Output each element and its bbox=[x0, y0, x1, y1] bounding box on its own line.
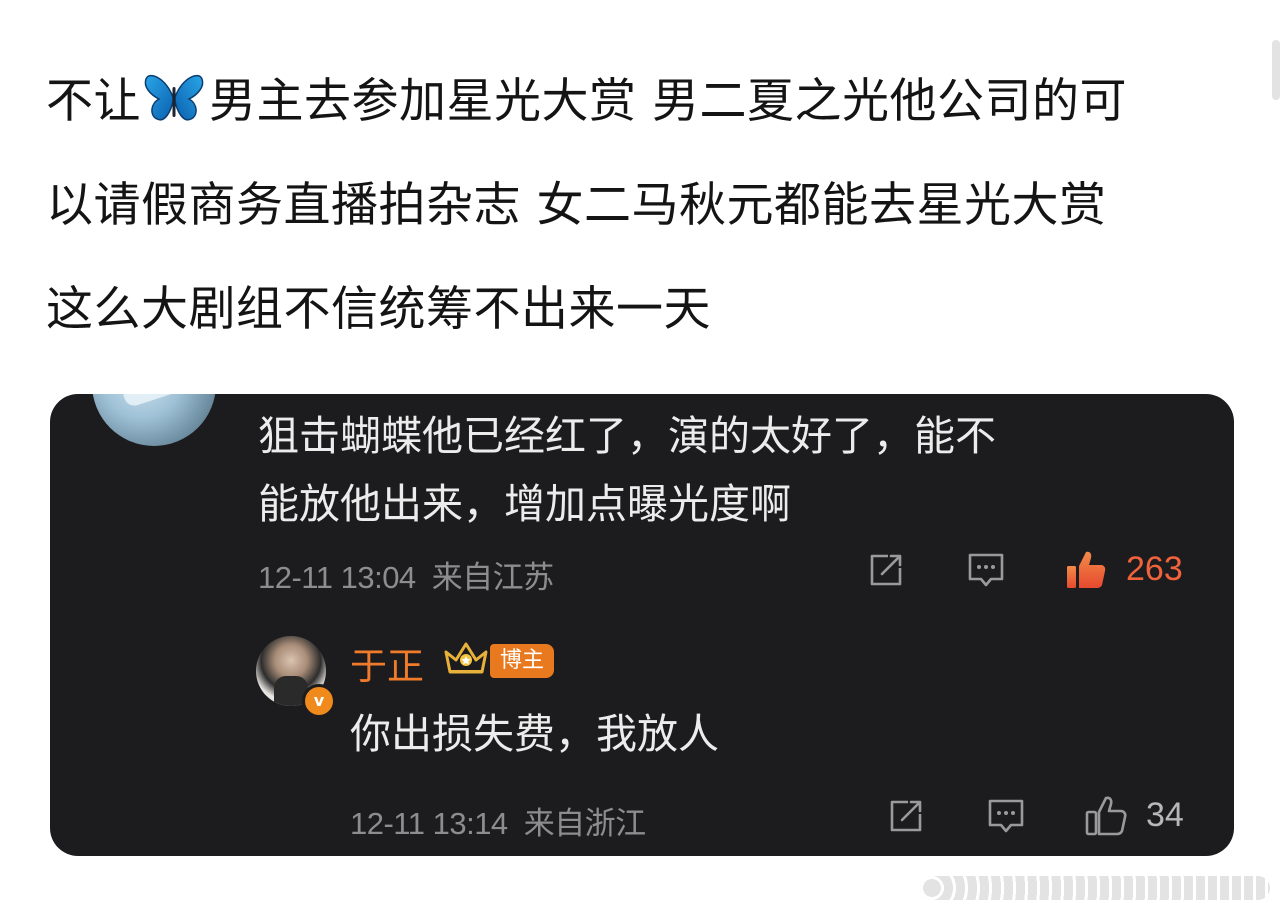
post-line-1-start: 不让 bbox=[46, 74, 141, 129]
reply-like-count: 34 bbox=[1146, 796, 1184, 834]
reply-meta: 12-11 13:14 来自浙江 bbox=[350, 798, 646, 843]
reply-comment-icon[interactable] bbox=[986, 796, 1026, 836]
comment-text-line-1: 狙击蝴蝶他已经红了，演的太好了，能不 bbox=[258, 412, 996, 460]
commenter-avatar[interactable] bbox=[92, 394, 216, 446]
comment-location: 来自江苏 bbox=[431, 560, 555, 595]
watermark-strip bbox=[920, 876, 1270, 900]
post-line-3: 这么大剧组不信统筹不出来一天 bbox=[46, 282, 711, 337]
reply-share-icon[interactable] bbox=[886, 796, 926, 836]
comment-icon[interactable] bbox=[966, 550, 1006, 590]
comment-text-line-2: 能放他出来，增加点曝光度啊 bbox=[258, 480, 791, 528]
reply-time: 12-11 13:14 bbox=[350, 806, 508, 841]
verified-badge-icon: v bbox=[302, 684, 336, 718]
blogger-badge: 博主 bbox=[490, 644, 555, 678]
reply-author-name[interactable]: 于正 bbox=[350, 636, 424, 690]
comment-card: 狙击蝴蝶他已经红了，演的太好了，能不 能放他出来，增加点曝光度啊 12-11 1… bbox=[50, 394, 1234, 856]
reply-text: 你出损失费，我放人 bbox=[350, 710, 719, 758]
post-text: 不让 男主去参加星光大赏 男二夏之光他公司的可 以请假商务直播拍杂志 女二马秋元… bbox=[46, 50, 1246, 362]
post-line-2: 以请假商务直播拍杂志 女二马秋元都能去星光大赏 bbox=[46, 178, 1107, 233]
comment-meta: 12-11 13:04 来自江苏 bbox=[258, 552, 554, 597]
crown-icon bbox=[444, 642, 488, 674]
comment-time: 12-11 13:04 bbox=[258, 560, 416, 595]
post-line-1-end: 男主去参加星光大赏 男二夏之光他公司的可 bbox=[209, 74, 1127, 129]
like-icon-filled[interactable] bbox=[1064, 548, 1108, 592]
comment-text: 狙击蝴蝶他已经红了，演的太好了，能不 能放他出来，增加点曝光度啊 bbox=[258, 402, 1178, 538]
reply-like-icon[interactable] bbox=[1084, 794, 1128, 838]
comment-like-count: 263 bbox=[1126, 550, 1183, 588]
share-icon[interactable] bbox=[866, 550, 906, 590]
post-line-1: 不让 男主去参加星光大赏 男二夏之光他公司的可 bbox=[46, 50, 1246, 154]
scrollbar[interactable] bbox=[1272, 40, 1280, 100]
screenshot-page: 不让 男主去参加星光大赏 男二夏之光他公司的可 以请假商务直播拍杂志 女二马秋元… bbox=[0, 0, 1284, 918]
butterfly-emoji-icon bbox=[144, 74, 204, 121]
reply-location: 来自浙江 bbox=[523, 806, 647, 841]
